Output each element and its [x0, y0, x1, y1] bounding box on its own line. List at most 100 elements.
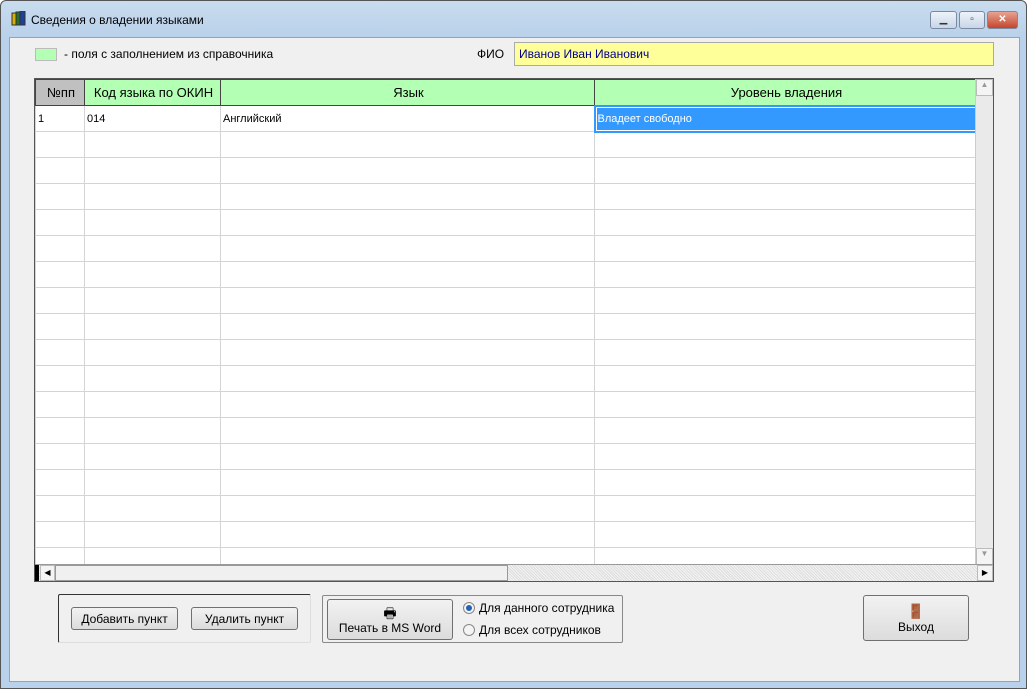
empty-cell[interactable] [594, 287, 977, 314]
empty-cell[interactable] [594, 495, 977, 522]
table-row[interactable] [35, 365, 977, 392]
empty-cell[interactable] [594, 521, 977, 548]
empty-cell[interactable] [594, 235, 977, 262]
empty-cell[interactable] [35, 287, 85, 314]
empty-cell[interactable] [594, 261, 977, 288]
cell-code[interactable]: 014 [84, 105, 221, 132]
empty-cell[interactable] [84, 365, 221, 392]
exit-button[interactable]: 🚪 Выход [863, 595, 969, 641]
empty-cell[interactable] [35, 469, 85, 496]
cell-number[interactable]: 1 [35, 105, 85, 132]
empty-cell[interactable] [220, 157, 595, 184]
empty-cell[interactable] [35, 495, 85, 522]
table-row[interactable] [35, 313, 977, 340]
empty-cell[interactable] [84, 339, 221, 366]
empty-cell[interactable] [84, 261, 221, 288]
empty-cell[interactable] [35, 365, 85, 392]
empty-cell[interactable] [35, 235, 85, 262]
minimize-button[interactable]: ▁ [930, 11, 957, 29]
cell-language[interactable]: Английский [220, 105, 595, 132]
table-row[interactable] [35, 183, 977, 210]
empty-cell[interactable] [220, 287, 595, 314]
empty-cell[interactable] [35, 131, 85, 158]
empty-cell[interactable] [84, 521, 221, 548]
table-row[interactable] [35, 521, 977, 548]
empty-cell[interactable] [84, 287, 221, 314]
empty-cell[interactable] [220, 495, 595, 522]
scroll-thumb[interactable] [55, 565, 508, 581]
scroll-left-icon[interactable]: ◀ [40, 565, 55, 581]
empty-cell[interactable] [220, 183, 595, 210]
empty-cell[interactable] [594, 417, 977, 444]
empty-cell[interactable] [84, 131, 221, 158]
table-row[interactable] [35, 391, 977, 418]
empty-cell[interactable] [84, 183, 221, 210]
empty-cell[interactable] [35, 391, 85, 418]
table-row[interactable]: 1 014 Английский Владеет свободно [35, 104, 978, 133]
empty-cell[interactable] [35, 339, 85, 366]
scroll-down-icon[interactable]: ▼ [976, 548, 993, 565]
table-row[interactable] [35, 469, 977, 496]
empty-cell[interactable] [220, 365, 595, 392]
table-row[interactable] [35, 417, 977, 444]
add-item-button[interactable]: Добавить пункт [71, 607, 178, 630]
radio-off-icon[interactable] [463, 624, 475, 636]
empty-cell[interactable] [594, 157, 977, 184]
table-row[interactable] [35, 443, 977, 470]
radio-on-icon[interactable] [463, 602, 475, 614]
table-row[interactable] [35, 339, 977, 366]
delete-item-button[interactable]: Удалить пункт [191, 607, 298, 630]
empty-cell[interactable] [220, 261, 595, 288]
empty-cell[interactable] [594, 209, 977, 236]
empty-cell[interactable] [84, 235, 221, 262]
empty-cell[interactable] [84, 495, 221, 522]
scroll-right-icon[interactable]: ▶ [977, 565, 993, 581]
empty-cell[interactable] [594, 443, 977, 470]
table-row[interactable] [35, 209, 977, 236]
cell-level[interactable]: Владеет свободно [593, 104, 978, 133]
column-header-language[interactable]: Язык [220, 79, 595, 106]
empty-cell[interactable] [35, 443, 85, 470]
empty-cell[interactable] [220, 339, 595, 366]
empty-cell[interactable] [84, 209, 221, 236]
table-row[interactable] [35, 261, 977, 288]
empty-cell[interactable] [220, 131, 595, 158]
empty-cell[interactable] [220, 235, 595, 262]
radio-all-employees[interactable]: Для всех сотрудников [463, 623, 601, 637]
table-row[interactable] [35, 131, 977, 158]
empty-cell[interactable] [220, 469, 595, 496]
column-header-level[interactable]: Уровень владения [594, 79, 977, 106]
empty-cell[interactable] [84, 417, 221, 444]
empty-cell[interactable] [594, 339, 977, 366]
empty-cell[interactable] [220, 521, 595, 548]
table-row[interactable] [35, 287, 977, 314]
empty-cell[interactable] [84, 313, 221, 340]
empty-cell[interactable] [220, 313, 595, 340]
horizontal-scrollbar[interactable]: ◀ ▶ [35, 564, 993, 581]
empty-cell[interactable] [35, 157, 85, 184]
table-row[interactable] [35, 235, 977, 262]
empty-cell[interactable] [594, 183, 977, 210]
column-header-code[interactable]: Код языка по ОКИН [84, 79, 221, 106]
empty-cell[interactable] [84, 157, 221, 184]
empty-cell[interactable] [35, 521, 85, 548]
table-row[interactable] [35, 157, 977, 184]
empty-cell[interactable] [594, 131, 977, 158]
empty-cell[interactable] [35, 313, 85, 340]
empty-cell[interactable] [35, 183, 85, 210]
table-row[interactable] [35, 495, 977, 522]
empty-cell[interactable] [594, 391, 977, 418]
close-button[interactable]: ✕ [987, 11, 1018, 29]
empty-cell[interactable] [84, 391, 221, 418]
column-header-number[interactable]: №пп [35, 79, 85, 106]
radio-current-employee[interactable]: Для данного сотрудника [463, 601, 614, 615]
empty-cell[interactable] [35, 209, 85, 236]
fio-field[interactable]: Иванов Иван Иванович [514, 42, 994, 66]
empty-cell[interactable] [220, 209, 595, 236]
empty-cell[interactable] [35, 417, 85, 444]
scroll-up-icon[interactable]: ▲ [976, 79, 993, 96]
empty-cell[interactable] [594, 469, 977, 496]
print-word-button[interactable]: 🖶 Печать в MS Word [327, 599, 453, 640]
empty-cell[interactable] [84, 469, 221, 496]
empty-cell[interactable] [594, 313, 977, 340]
